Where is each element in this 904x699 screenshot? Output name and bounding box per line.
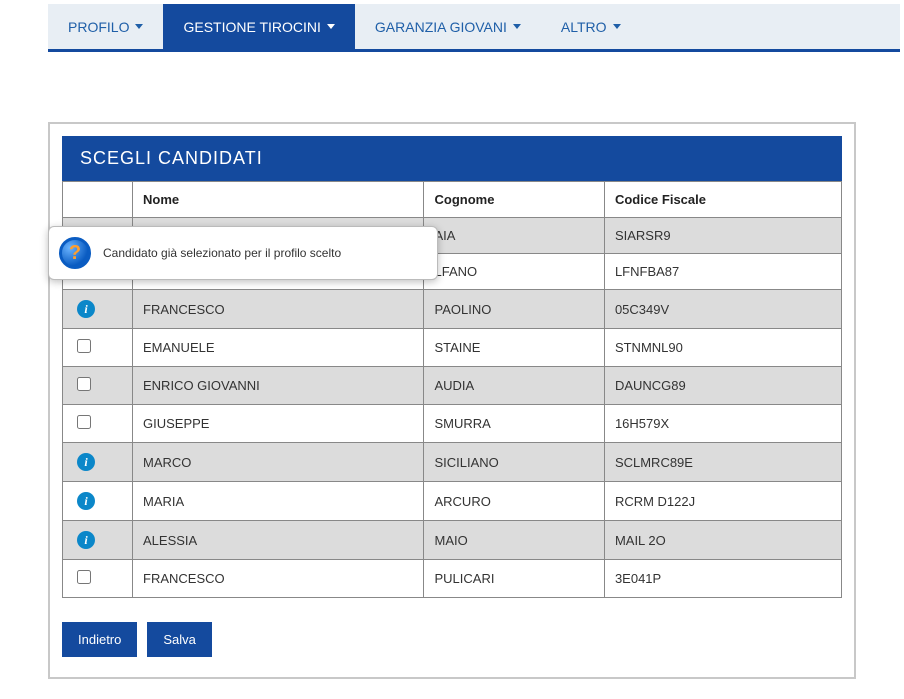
info-icon[interactable] <box>77 300 95 318</box>
nav-label: GARANZIA GIOVANI <box>375 19 507 35</box>
nav-label: PROFILO <box>68 19 129 35</box>
cell-cf: 16H579X <box>604 405 841 443</box>
nav-label: GESTIONE TIROCINI <box>183 19 320 35</box>
table-row: EMANUELESTAINESTNMNL90 <box>63 329 842 367</box>
nav-garanzia-giovani[interactable]: GARANZIA GIOVANI <box>355 4 541 49</box>
cell-nome: FRANCESCO <box>133 560 424 598</box>
cell-nome: EMANUELE <box>133 329 424 367</box>
table-row: ALESSIAMAIOMAIL 2O <box>63 521 842 560</box>
table-row: FRANCESCOPULICARI3E041P <box>63 560 842 598</box>
chevron-down-icon <box>327 24 335 29</box>
nav-altro[interactable]: ALTRO <box>541 4 641 49</box>
cell-cognome: LFANO <box>424 254 604 290</box>
panel-title: SCEGLI CANDIDATI <box>62 136 842 181</box>
cell-select <box>63 443 133 482</box>
cell-select <box>63 482 133 521</box>
cell-cognome: AUDIA <box>424 367 604 405</box>
cell-cognome: MAIO <box>424 521 604 560</box>
cell-nome: MARIA <box>133 482 424 521</box>
cell-select <box>63 329 133 367</box>
cell-select <box>63 367 133 405</box>
tooltip-popup: ? Candidato già selezionato per il profi… <box>48 226 438 280</box>
info-icon[interactable] <box>77 531 95 549</box>
cell-cognome: SICILIANO <box>424 443 604 482</box>
back-button[interactable]: Indietro <box>62 622 137 657</box>
col-select <box>63 182 133 218</box>
select-checkbox[interactable] <box>77 570 91 584</box>
question-icon: ? <box>59 237 91 269</box>
info-icon[interactable] <box>77 453 95 471</box>
cell-cf: LFNFBA87 <box>604 254 841 290</box>
cell-cognome: STAINE <box>424 329 604 367</box>
cell-select <box>63 521 133 560</box>
table-row: GIUSEPPESMURRA16H579X <box>63 405 842 443</box>
cell-select <box>63 405 133 443</box>
col-cognome: Cognome <box>424 182 604 218</box>
cell-select <box>63 290 133 329</box>
main-navbar: PROFILO GESTIONE TIROCINI GARANZIA GIOVA… <box>48 4 900 52</box>
table-row: ENRICO GIOVANNIAUDIADAUNCG89 <box>63 367 842 405</box>
cell-nome: ALESSIA <box>133 521 424 560</box>
cell-cf: MAIL 2O <box>604 521 841 560</box>
cell-cognome: ARCURO <box>424 482 604 521</box>
cell-nome: GIUSEPPE <box>133 405 424 443</box>
tooltip-text: Candidato già selezionato per il profilo… <box>103 246 341 260</box>
col-nome: Nome <box>133 182 424 218</box>
cell-nome: FRANCESCO <box>133 290 424 329</box>
nav-profilo[interactable]: PROFILO <box>48 4 163 49</box>
table-row: FRANCESCOPAOLINO05C349V <box>63 290 842 329</box>
nav-gestione-tirocini[interactable]: GESTIONE TIROCINI <box>163 4 354 49</box>
cell-cf: STNMNL90 <box>604 329 841 367</box>
cell-cf: RCRM D122J <box>604 482 841 521</box>
cell-cognome: SMURRA <box>424 405 604 443</box>
select-checkbox[interactable] <box>77 415 91 429</box>
cell-cognome: AIA <box>424 218 604 254</box>
cell-cf: 05C349V <box>604 290 841 329</box>
cell-cf: 3E041P <box>604 560 841 598</box>
cell-cf: SCLMRC89E <box>604 443 841 482</box>
nav-label: ALTRO <box>561 19 607 35</box>
cell-cf: DAUNCG89 <box>604 367 841 405</box>
cell-cognome: PULICARI <box>424 560 604 598</box>
info-icon[interactable] <box>77 492 95 510</box>
cell-nome: ENRICO GIOVANNI <box>133 367 424 405</box>
col-cf: Codice Fiscale <box>604 182 841 218</box>
cell-nome: MARCO <box>133 443 424 482</box>
cell-select <box>63 560 133 598</box>
table-row: MARCOSICILIANOSCLMRC89E <box>63 443 842 482</box>
candidates-panel: SCEGLI CANDIDATI Nome Cognome Codice Fis… <box>48 122 856 679</box>
table-row: MARIAARCURORCRM D122J <box>63 482 842 521</box>
cell-cf: SIARSR9 <box>604 218 841 254</box>
select-checkbox[interactable] <box>77 339 91 353</box>
select-checkbox[interactable] <box>77 377 91 391</box>
cell-cognome: PAOLINO <box>424 290 604 329</box>
button-row: Indietro Salva <box>62 622 842 657</box>
chevron-down-icon <box>613 24 621 29</box>
save-button[interactable]: Salva <box>147 622 212 657</box>
chevron-down-icon <box>135 24 143 29</box>
chevron-down-icon <box>513 24 521 29</box>
